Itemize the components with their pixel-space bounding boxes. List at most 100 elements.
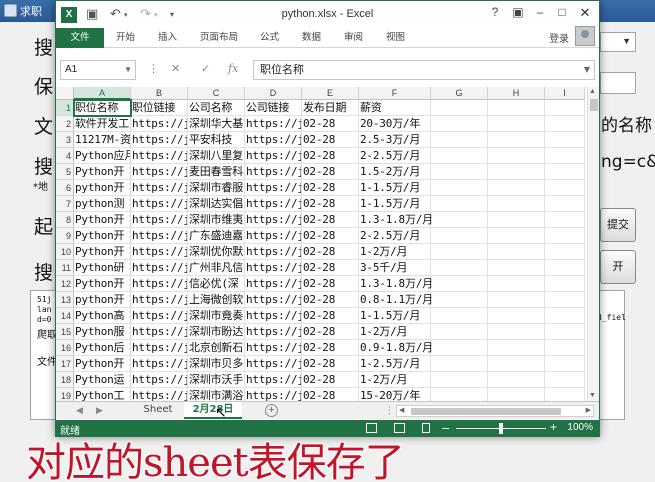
column-header[interactable]: H <box>488 87 545 100</box>
header-cell[interactable]: 发布日期 <box>302 100 359 116</box>
table-cell[interactable]: https://j <box>245 228 302 244</box>
zoom-level[interactable]: 100% <box>567 422 593 433</box>
table-cell[interactable] <box>545 292 585 308</box>
row-header[interactable]: 12 <box>56 276 74 292</box>
table-cell[interactable]: 深圳优你默 <box>188 244 245 260</box>
table-cell[interactable]: Python开 <box>74 276 131 292</box>
tab-review[interactable]: 审阅 <box>344 28 363 48</box>
table-cell[interactable] <box>545 340 585 356</box>
column-header[interactable]: E <box>302 87 359 100</box>
table-cell[interactable]: https://j <box>245 324 302 340</box>
table-cell[interactable]: Python高 <box>74 308 131 324</box>
table-cell[interactable]: 信必优(深 <box>188 276 245 292</box>
table-cell[interactable] <box>431 116 488 132</box>
table-cell[interactable]: https://j <box>131 372 188 388</box>
table-cell[interactable]: Python运 <box>74 372 131 388</box>
table-cell[interactable]: 02-28 <box>302 388 359 401</box>
table-cell[interactable] <box>431 340 488 356</box>
table-cell[interactable] <box>431 356 488 372</box>
table-cell[interactable]: https://j <box>131 228 188 244</box>
table-cell[interactable]: 02-28 <box>302 196 359 212</box>
table-cell[interactable]: https://j <box>245 276 302 292</box>
table-cell[interactable] <box>545 228 585 244</box>
row-header[interactable]: 3 <box>56 132 74 148</box>
table-cell[interactable]: 北京创新石 <box>188 340 245 356</box>
spreadsheet-grid[interactable]: ABCDEFGHI 1 职位名称 职位链接 公司名称 公司链接 发布日期 薪资 2 软件开发工 h… <box>56 87 587 401</box>
open-button[interactable]: 开 <box>600 250 636 284</box>
column-header[interactable]: D <box>245 87 302 100</box>
tab-file[interactable]: 文件 <box>56 28 104 48</box>
table-cell[interactable]: Python开 <box>74 244 131 260</box>
tab-formulas[interactable]: 公式 <box>260 28 279 48</box>
table-cell[interactable]: https://j <box>245 308 302 324</box>
table-cell[interactable] <box>545 148 585 164</box>
table-cell[interactable] <box>488 244 545 260</box>
table-cell[interactable]: Python应月 <box>74 148 131 164</box>
table-cell[interactable]: https://j <box>131 308 188 324</box>
table-cell[interactable]: https://j <box>131 132 188 148</box>
row-header[interactable]: 10 <box>56 244 74 260</box>
table-cell[interactable]: 02-28 <box>302 164 359 180</box>
tab-view[interactable]: 视图 <box>386 28 405 48</box>
table-cell[interactable]: https://j <box>245 132 302 148</box>
scroll-up-icon[interactable]: ▲ <box>589 88 596 95</box>
table-cell[interactable] <box>488 132 545 148</box>
avatar[interactable] <box>575 26 595 46</box>
row-header[interactable]: 19 <box>56 388 74 401</box>
header-cell[interactable]: 薪资 <box>359 100 431 116</box>
table-cell[interactable] <box>431 212 488 228</box>
table-cell[interactable] <box>431 180 488 196</box>
table-cell[interactable]: 深圳市满浴 <box>188 388 245 401</box>
row-header[interactable]: 5 <box>56 164 74 180</box>
row-header[interactable]: 16 <box>56 340 74 356</box>
table-cell[interactable] <box>431 132 488 148</box>
table-cell[interactable]: 上海微创软 <box>188 292 245 308</box>
formula-input[interactable]: 职位名称 ▼ <box>253 60 595 80</box>
table-cell[interactable]: 02-28 <box>302 260 359 276</box>
table-cell[interactable]: 02-28 <box>302 132 359 148</box>
table-cell[interactable]: https://j <box>131 196 188 212</box>
table-cell[interactable]: https://j <box>245 164 302 180</box>
table-cell[interactable] <box>488 292 545 308</box>
row-header[interactable]: 8 <box>56 212 74 228</box>
row-header[interactable]: 4 <box>56 148 74 164</box>
table-cell[interactable]: https://j <box>131 292 188 308</box>
table-cell[interactable]: Python开 <box>74 356 131 372</box>
table-cell[interactable]: 深圳市盼达 <box>188 324 245 340</box>
table-cell[interactable] <box>545 308 585 324</box>
table-cell[interactable] <box>545 356 585 372</box>
header-cell[interactable] <box>431 100 488 116</box>
table-cell[interactable]: 1-2万/月 <box>359 372 431 388</box>
table-cell[interactable] <box>545 244 585 260</box>
table-cell[interactable]: https://j <box>131 244 188 260</box>
table-cell[interactable]: https://j <box>245 196 302 212</box>
table-cell[interactable]: https://j <box>131 340 188 356</box>
table-cell[interactable] <box>488 148 545 164</box>
table-cell[interactable]: 0.8-1.1万/月 <box>359 292 433 308</box>
header-cell[interactable]: 职位名称 <box>73 99 132 117</box>
table-cell[interactable] <box>545 388 585 401</box>
row-header[interactable]: 6 <box>56 180 74 196</box>
page-break-view-icon[interactable] <box>422 423 430 433</box>
horizontal-scroll-thumb[interactable] <box>411 408 561 415</box>
table-cell[interactable] <box>488 356 545 372</box>
minimize-icon[interactable]: – <box>529 5 551 19</box>
header-cell[interactable] <box>488 100 545 116</box>
table-cell[interactable] <box>488 212 545 228</box>
table-cell[interactable] <box>488 372 545 388</box>
row-header[interactable]: 14 <box>56 308 74 324</box>
zoom-slider-thumb[interactable] <box>499 423 503 434</box>
table-cell[interactable]: https://j <box>131 148 188 164</box>
table-cell[interactable]: 1-1.5万/月 <box>359 308 431 324</box>
row-header[interactable]: 11 <box>56 260 74 276</box>
row-header[interactable]: 18 <box>56 372 74 388</box>
table-cell[interactable]: 平安科技 <box>188 132 245 148</box>
name-box[interactable]: A1 ▼ <box>60 60 136 80</box>
more-options-icon[interactable]: ⋮ <box>148 62 159 75</box>
table-cell[interactable] <box>488 388 545 401</box>
table-cell[interactable]: 深圳华大基 <box>188 116 245 132</box>
table-cell[interactable] <box>545 116 585 132</box>
table-cell[interactable]: https://j <box>131 276 188 292</box>
table-cell[interactable]: https://j <box>131 388 188 401</box>
table-cell[interactable]: Python工 <box>74 388 131 401</box>
